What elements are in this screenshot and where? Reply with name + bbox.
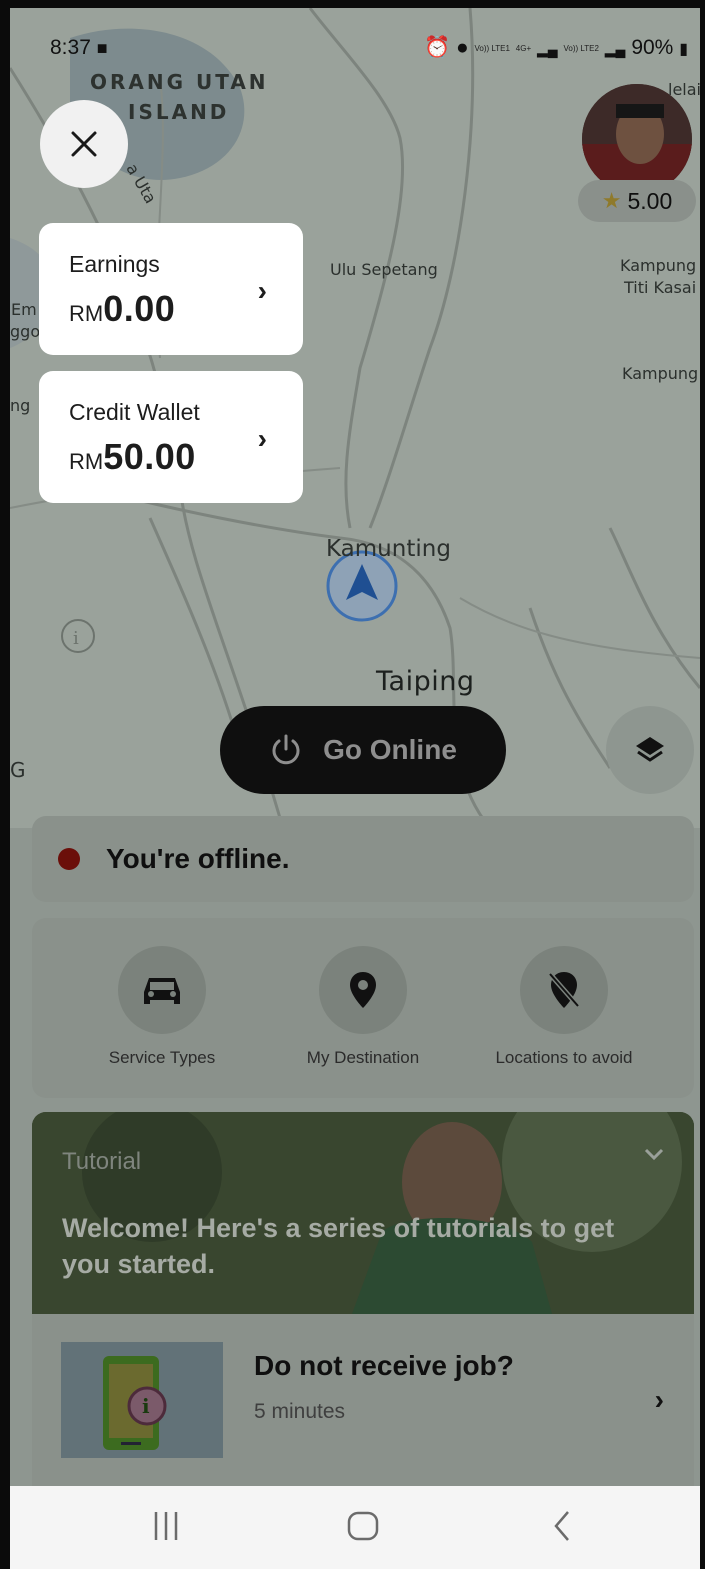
sim2-indicator: Vo)) LTE2 bbox=[563, 43, 599, 53]
earnings-currency: RM bbox=[69, 301, 104, 326]
sim1-indicator: Vo)) LTE1 bbox=[474, 43, 510, 53]
car-icon bbox=[144, 978, 180, 1004]
my-destination-icon-circle bbox=[319, 946, 407, 1034]
avatar-photo bbox=[582, 84, 692, 194]
tutorial-thumbnail: i bbox=[61, 1342, 223, 1458]
location-off-icon bbox=[548, 972, 580, 1008]
service-types-icon-circle bbox=[118, 946, 206, 1034]
location-status-icon: ● bbox=[456, 36, 469, 59]
alarm-icon: ⏰ bbox=[424, 36, 451, 59]
earnings-amount: RM0.00 bbox=[69, 288, 303, 330]
credit-wallet-title: Credit Wallet bbox=[69, 399, 200, 425]
star-icon: ★ bbox=[601, 188, 622, 213]
status-time: 8:37 ■ bbox=[50, 36, 108, 60]
tutorial-item-duration: 5 minutes bbox=[254, 1400, 346, 1423]
credit-wallet-value: 50.00 bbox=[103, 436, 196, 477]
rating-badge: ★ 5.00 bbox=[578, 180, 696, 222]
map-label-edge-ggo: ggo bbox=[10, 322, 41, 341]
credit-wallet-currency: RM bbox=[69, 449, 104, 474]
go-online-label: Go Online bbox=[323, 734, 457, 765]
power-icon bbox=[272, 734, 300, 765]
chevron-right-icon: › bbox=[654, 1384, 664, 1415]
earnings-title: Earnings bbox=[69, 251, 160, 277]
back-icon[interactable] bbox=[550, 1508, 574, 1544]
tutorial-banner: Tutorial Welcome! Here's a series of tut… bbox=[32, 1112, 694, 1314]
system-nav-bar bbox=[10, 1486, 700, 1569]
phone-info-icon: i bbox=[103, 1356, 167, 1450]
car-status-icon: ■ bbox=[96, 38, 108, 58]
map-label-ulu-sepetang: Ulu Sepetang bbox=[330, 260, 438, 279]
tutorial-item-title: Do not receive job? bbox=[254, 1350, 514, 1381]
map-label-edge-g: G bbox=[10, 758, 26, 782]
tutorial-label: Tutorial bbox=[62, 1148, 142, 1175]
go-online-button[interactable]: Go Online bbox=[220, 706, 506, 794]
close-button[interactable] bbox=[40, 100, 128, 188]
offline-status-text: You're offline. bbox=[106, 843, 290, 874]
battery-percent: 90% bbox=[631, 36, 674, 59]
network-type: 4G+ bbox=[515, 43, 532, 53]
locations-to-avoid-icon-circle bbox=[520, 946, 608, 1034]
signal1-icon: ▂▄ bbox=[536, 41, 558, 57]
map-label-edge-lelai: lelai bbox=[668, 80, 700, 99]
home-icon[interactable] bbox=[346, 1508, 380, 1544]
location-pin-icon bbox=[350, 972, 376, 1008]
earnings-value: 0.00 bbox=[103, 288, 176, 329]
quick-action-locations-to-avoid[interactable]: Locations to avoid bbox=[474, 946, 654, 1068]
credit-wallet-amount: RM50.00 bbox=[69, 436, 303, 478]
layers-icon bbox=[636, 737, 664, 762]
map-label-edge-em: Em bbox=[11, 300, 37, 319]
quick-actions-panel: Service Types My Destination Locations t… bbox=[32, 918, 694, 1098]
chevron-right-icon: › bbox=[257, 423, 267, 454]
status-bar: 8:37 ■ ⏰ ● Vo)) LTE1 4G+ ▂▄ Vo)) LTE2 ▂▄… bbox=[10, 8, 700, 78]
quick-action-label: Locations to avoid bbox=[495, 1048, 633, 1067]
status-time-text: 8:37 bbox=[50, 36, 91, 59]
map-label-taiping: Taiping bbox=[376, 666, 475, 697]
tutorial-item[interactable]: i Do not receive job? 5 minutes › bbox=[32, 1314, 694, 1486]
close-icon bbox=[71, 131, 97, 157]
offline-status-dot bbox=[58, 848, 80, 870]
tutorial-card[interactable]: Tutorial Welcome! Here's a series of tut… bbox=[32, 1112, 694, 1486]
svg-text:i: i bbox=[73, 628, 79, 649]
offline-status-panel: You're offline. bbox=[32, 816, 694, 902]
map-label-kampung-titi: Kampung bbox=[620, 256, 697, 275]
quick-action-service-types[interactable]: Service Types bbox=[72, 946, 252, 1068]
chevron-right-icon: › bbox=[257, 275, 267, 306]
rating-value: 5.00 bbox=[627, 187, 673, 214]
quick-action-label: My Destination bbox=[306, 1048, 420, 1067]
map-label-edge-ng: ng bbox=[10, 396, 31, 415]
map-layers-button[interactable] bbox=[606, 706, 694, 794]
quick-action-my-destination[interactable]: My Destination bbox=[273, 946, 453, 1068]
map-label-island: ISLAND bbox=[128, 100, 230, 124]
status-icons: ⏰ ● Vo)) LTE1 4G+ ▂▄ Vo)) LTE2 ▂▄ 90% ▮ bbox=[424, 36, 688, 60]
map-label-kamunting: Kamunting bbox=[326, 536, 451, 562]
chevron-down-icon[interactable] bbox=[642, 1146, 666, 1162]
map-label-kampung: Kampung bbox=[622, 364, 699, 383]
map-label-titi-kasai: Titi Kasai bbox=[624, 278, 697, 297]
svg-text:i: i bbox=[142, 1394, 150, 1418]
signal2-icon: ▂▄ bbox=[604, 41, 626, 57]
quick-action-label: Service Types bbox=[108, 1048, 216, 1067]
app-screen: i ORANG UTAN ISLAND a Uta Ulu Sepetang K… bbox=[10, 8, 700, 1486]
tutorial-headline: Welcome! Here's a series of tutorials to… bbox=[62, 1213, 615, 1279]
recent-apps-icon[interactable] bbox=[150, 1508, 182, 1544]
battery-icon: ▮ bbox=[679, 41, 688, 58]
credit-wallet-card[interactable]: Credit Wallet RM50.00 › bbox=[39, 371, 303, 503]
avatar[interactable] bbox=[582, 84, 692, 194]
earnings-card[interactable]: Earnings RM0.00 › bbox=[39, 223, 303, 355]
